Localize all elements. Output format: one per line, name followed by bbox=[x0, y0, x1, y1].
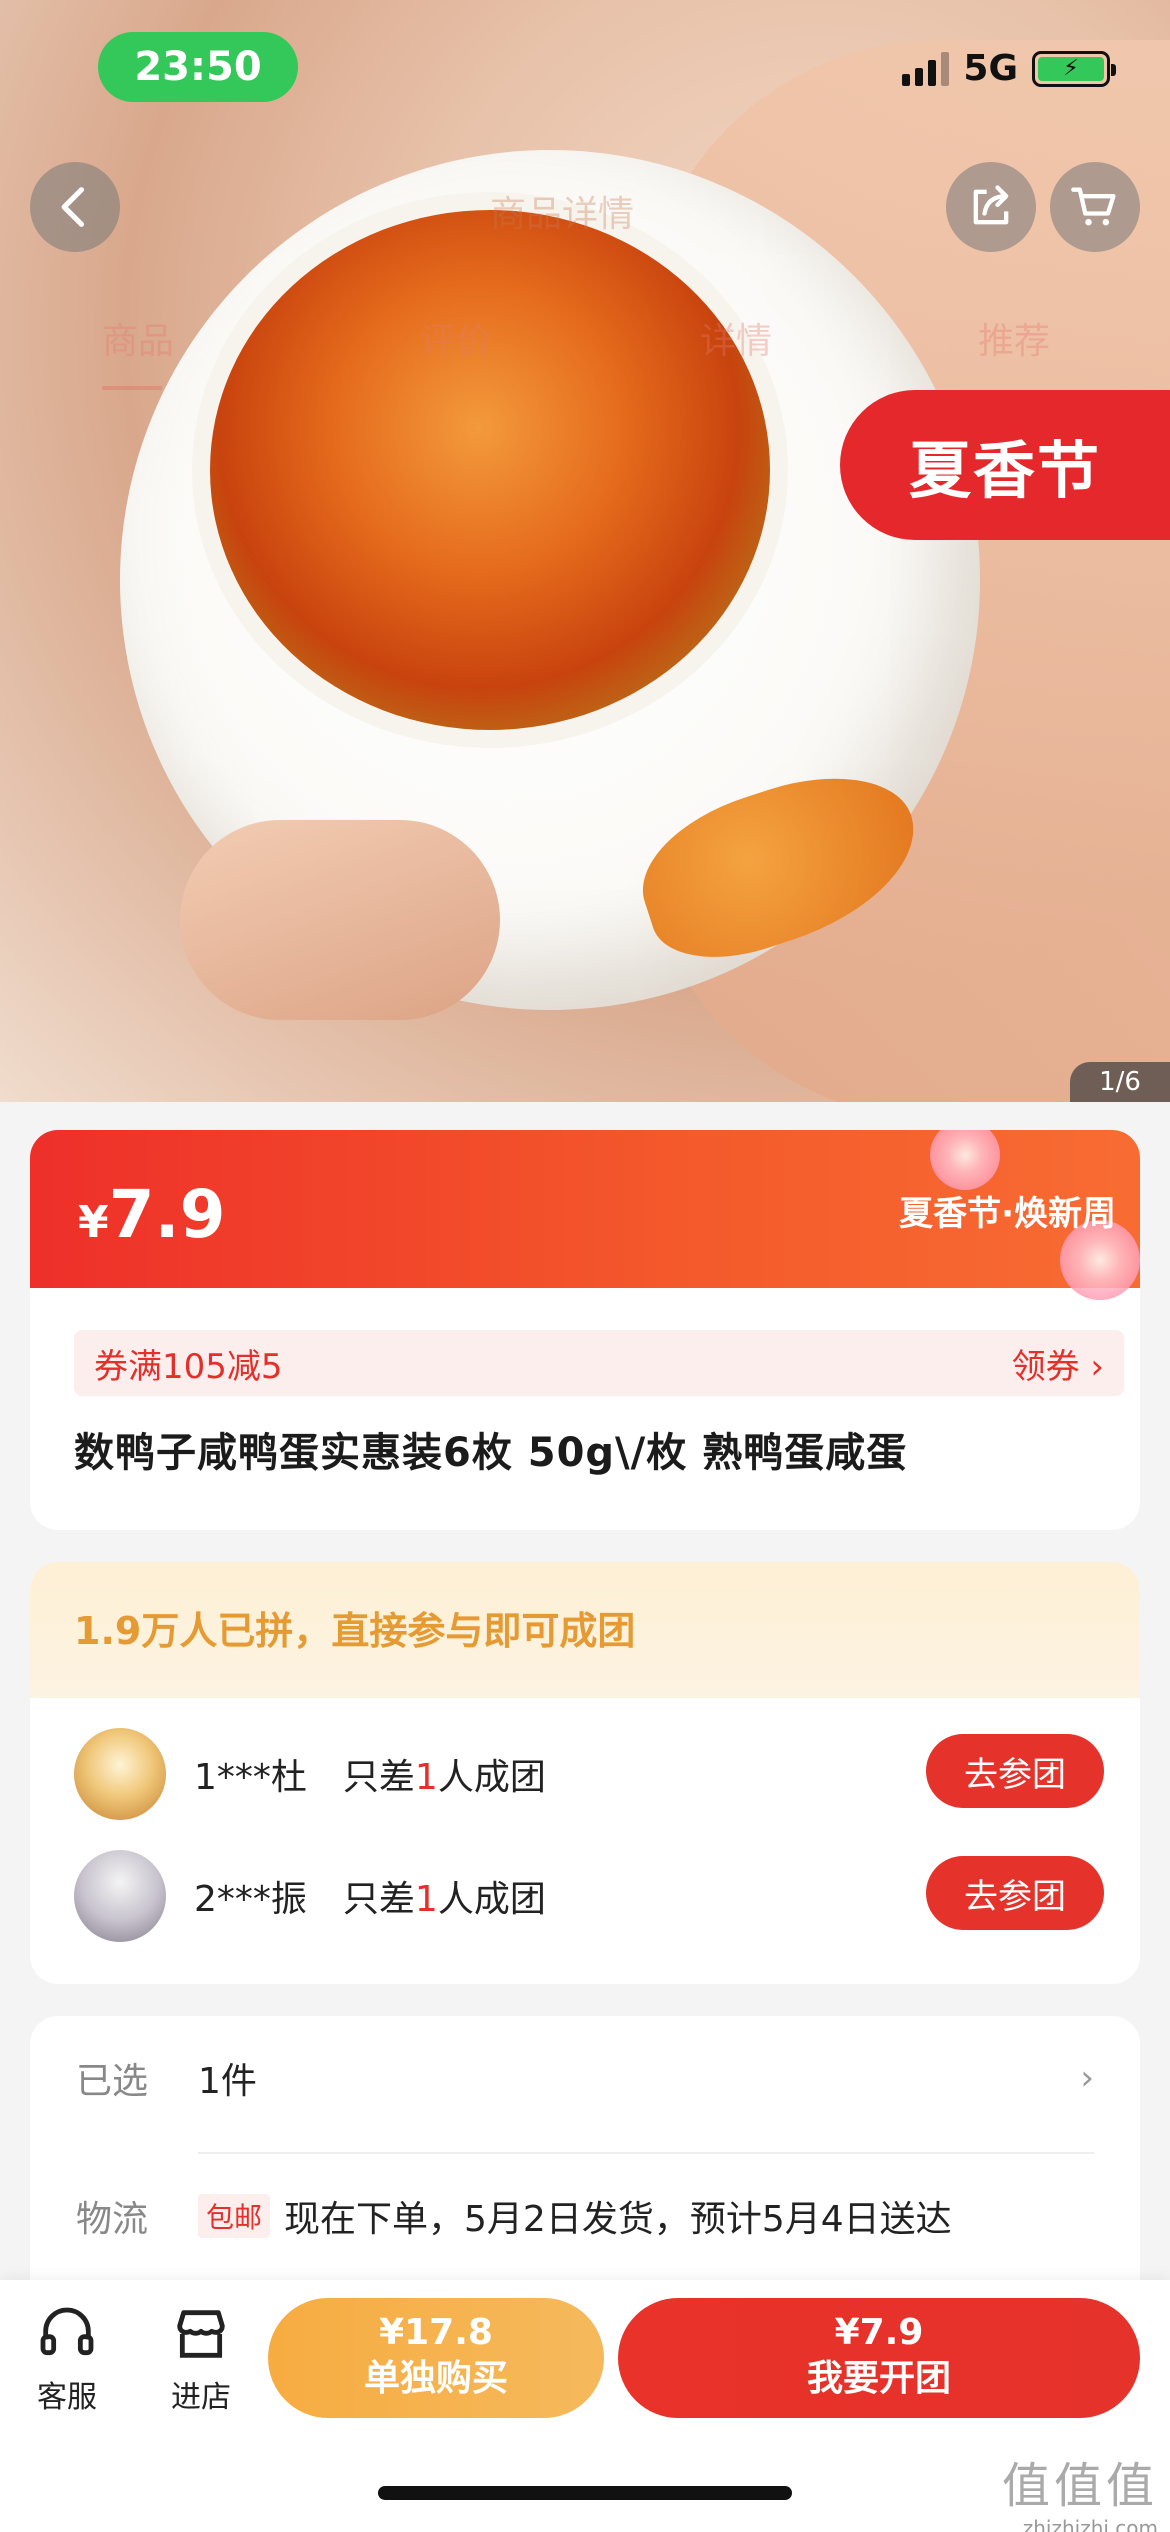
site-watermark: 值值值 zhizhizhi.com bbox=[1002, 2446, 1158, 2532]
chevron-right-icon: › bbox=[1080, 2058, 1094, 2098]
buy-alone-price: ¥17.8 bbox=[379, 2312, 493, 2353]
start-group-button[interactable]: ¥7.9 我要开团 bbox=[618, 2298, 1140, 2418]
share-icon bbox=[973, 185, 1009, 225]
share-button[interactable] bbox=[946, 162, 1036, 252]
buy-alone-label: 单独购买 bbox=[363, 2358, 508, 2399]
avatar bbox=[74, 1850, 166, 1942]
currency-symbol: ¥ bbox=[78, 1197, 109, 1248]
store-label: 进店 bbox=[171, 2380, 231, 2415]
tab-recommend[interactable]: 推荐 bbox=[978, 312, 1050, 364]
shipping-text: 现在下单，5月2日发货，预计5月4日送达 bbox=[284, 2199, 952, 2240]
price: ¥7.9 bbox=[78, 1176, 226, 1253]
join-group-button[interactable]: 去参团 bbox=[926, 1734, 1104, 1808]
yolk-illustration bbox=[210, 210, 770, 730]
tab-details[interactable]: 详情 bbox=[700, 312, 772, 364]
join-group-button[interactable]: 去参团 bbox=[926, 1856, 1104, 1930]
divider bbox=[198, 2152, 1094, 2154]
promo-label: 夏香节·焕新周 bbox=[899, 1194, 1116, 1234]
price-banner: ¥7.9 夏香节·焕新周 bbox=[30, 1130, 1140, 1300]
chevron-left-icon bbox=[61, 187, 85, 227]
avatar bbox=[74, 1728, 166, 1820]
group-need-text: 只差1人成团 bbox=[342, 1757, 546, 1798]
store-button[interactable]: 进店 bbox=[146, 2302, 256, 2416]
claim-coupon-link[interactable]: 领券 › bbox=[1012, 1339, 1104, 1388]
shipping-label: 物流 bbox=[76, 2199, 149, 2240]
home-indicator[interactable] bbox=[378, 2486, 792, 2500]
buy-alone-button[interactable]: ¥17.8 单独购买 bbox=[268, 2298, 604, 2418]
free-shipping-badge: 包邮 bbox=[198, 2194, 271, 2238]
back-button[interactable] bbox=[30, 162, 120, 252]
customer-service-button[interactable]: 客服 bbox=[12, 2302, 122, 2416]
price-card: ¥7.9 夏香节·焕新周 券满105减5 领券 › 数鸭子咸鸭蛋实惠装6枚 50… bbox=[30, 1130, 1140, 1530]
status-indicators: 5G ⚡ bbox=[902, 48, 1116, 89]
coupon-text: 券满105减5 bbox=[94, 1346, 283, 1387]
festival-tag: 夏香节 bbox=[840, 390, 1170, 540]
chevron-right-icon: › bbox=[1090, 1346, 1104, 1387]
group-headline: 1.9万人已拼，直接参与即可成团 bbox=[30, 1562, 1140, 1698]
network-type: 5G bbox=[963, 48, 1018, 89]
customer-service-label: 客服 bbox=[37, 2380, 97, 2415]
selected-label: 已选 bbox=[76, 2061, 149, 2102]
group-row: 2***振 只差1人成团 去参团 bbox=[74, 1850, 1104, 1942]
group-buy-card: 1.9万人已拼，直接参与即可成团 1***杜 只差1人成团 去参团 2***振 … bbox=[30, 1562, 1140, 1984]
product-title: 数鸭子咸鸭蛋实惠装6枚 50g\/枚 熟鸭蛋咸蛋 bbox=[74, 1430, 908, 1476]
coupon-bar[interactable]: 券满105减5 领券 › bbox=[74, 1330, 1124, 1396]
signal-icon bbox=[902, 51, 950, 86]
tab-product[interactable]: 商品 bbox=[102, 312, 174, 364]
group-leader-name: 1***杜 bbox=[194, 1757, 307, 1798]
battery-icon: ⚡ bbox=[1032, 50, 1116, 87]
watermark-site: zhizhizhi.com bbox=[1022, 2516, 1158, 2532]
headset-icon bbox=[40, 2307, 94, 2356]
selected-value: 1件 bbox=[198, 2061, 257, 2102]
start-group-label: 我要开团 bbox=[806, 2358, 951, 2399]
group-row: 1***杜 只差1人成团 去参团 bbox=[74, 1728, 1104, 1820]
claim-coupon-label: 领券 bbox=[1011, 1346, 1080, 1387]
group-leader-name: 2***振 bbox=[194, 1879, 307, 1920]
header-title: 商品详情 bbox=[490, 194, 635, 235]
store-icon bbox=[177, 2310, 225, 2358]
active-tab-indicator bbox=[102, 386, 162, 390]
cart-icon bbox=[1071, 187, 1116, 226]
selected-row[interactable]: 已选 1件 › bbox=[76, 2052, 1094, 2104]
status-time: 23:50 bbox=[98, 32, 298, 102]
cart-button[interactable] bbox=[1050, 162, 1140, 252]
image-counter: 1/6 bbox=[1070, 1062, 1170, 1102]
group-need-text: 只差1人成团 bbox=[342, 1879, 546, 1920]
watermark-logo: 值值值 bbox=[1001, 2458, 1158, 2514]
start-group-price: ¥7.9 bbox=[834, 2312, 924, 2353]
finger-illustration bbox=[180, 820, 500, 1020]
blossom-icon bbox=[930, 1130, 1000, 1190]
tab-reviews[interactable]: 评价 bbox=[420, 312, 492, 364]
price-value: 7.9 bbox=[108, 1176, 226, 1253]
shipping-row[interactable]: 物流 包邮 现在下单，5月2日发货，预计5月4日送达 bbox=[76, 2190, 1094, 2242]
spec-card: 已选 1件 › 物流 包邮 现在下单，5月2日发货，预计5月4日送达 bbox=[30, 2016, 1140, 2316]
